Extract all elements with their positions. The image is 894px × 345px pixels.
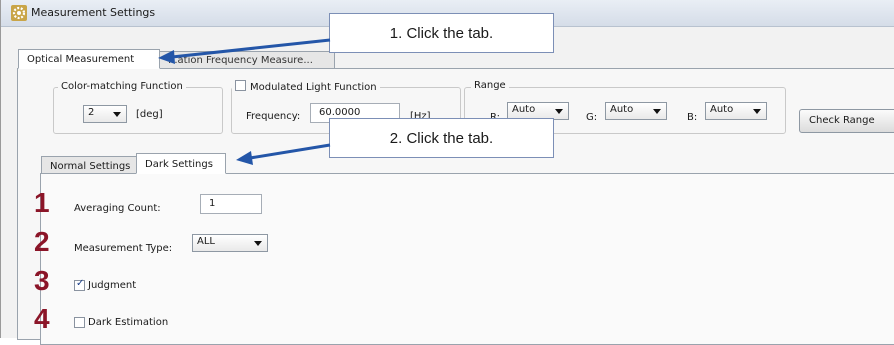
- arrow-icon: [236, 143, 331, 165]
- arrow-icon: [158, 38, 331, 64]
- annotation-arrows: [158, 38, 331, 165]
